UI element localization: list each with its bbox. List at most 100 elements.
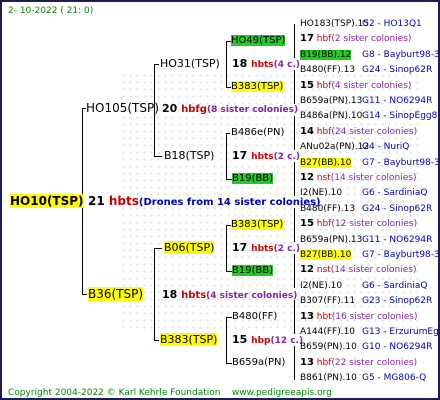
ancestor-name: HO183(TSP).15 <box>300 19 370 29</box>
row-count: (4 sister colonies) <box>331 80 412 91</box>
sister-colonies-row: 15 hbf(4 sister colonies) <box>300 79 411 93</box>
connector <box>294 254 295 288</box>
queen-g3-5: B383(TSP) <box>231 219 284 230</box>
ancestor-row: B19(BB).12 G8 - Bayburt98-3 <box>300 48 438 62</box>
queen-g3-8: B659a(PN) <box>232 357 286 368</box>
ancestor-row: I2(NE).10 G6 - SardiniaQ <box>300 186 427 200</box>
ancestor-group: G4 - NuriQ <box>362 142 410 153</box>
copyright-footer: Copyright 2004-2022 © Karl Kehrle Founda… <box>8 388 332 398</box>
ancestor-row: B659a(PN).13 G11 - NO6294R <box>300 233 432 247</box>
ancestor-name: B659a(PN).13 <box>300 234 363 245</box>
connector <box>294 162 295 196</box>
row-code: nst <box>316 265 331 276</box>
queen-g2-4: B383(TSP) <box>160 333 218 346</box>
ancestor-group: G7 - Bayburt98-3 <box>362 157 440 168</box>
queen-g2-1: HO31(TSP) <box>160 57 220 70</box>
queen-g1-2: B36(TSP) <box>88 287 144 301</box>
ancestor-name: B861(PN).10 <box>300 373 357 384</box>
ancestor-row: B659a(PN).13 G11 - NO6294R <box>300 94 432 108</box>
ancestor-row: B861(PN).10 G5 - MG806-Q <box>300 371 426 385</box>
row-count: (2 sister colonies) <box>331 34 412 45</box>
ancestor-row: I2(NE).10 G6 - SardiniaQ <box>300 279 427 293</box>
row-count: (14 sister colonies) <box>330 265 417 276</box>
ancestor-name: B480(FF).13 <box>300 65 356 76</box>
row-code: hbf <box>316 80 332 91</box>
pedigree-frame: 2- 10-2022 ( 21: 0) HO10(TSP) 21 hbts(Dr… <box>0 0 440 400</box>
ancestor-name: B659(PN).10 <box>300 342 357 353</box>
date-stamp: 2- 10-2022 ( 21: 0) <box>8 6 94 16</box>
connector <box>226 317 227 363</box>
row-code: hbf <box>316 219 332 230</box>
ancestor-group: G7 - Bayburt98-3 <box>362 250 440 260</box>
connector <box>294 24 295 58</box>
queen-g1-1: HO105(TSP) <box>86 101 159 115</box>
row-code: hbf <box>316 357 332 368</box>
ancestor-row: ANu02a(PN).12 G4 - NuriQ <box>300 140 409 154</box>
ancestor-name: B659a(PN).13 <box>300 96 363 106</box>
sister-colonies-row: 12 nst(14 sister colonies) <box>300 171 416 185</box>
queen-g3-7: B480(FF) <box>232 311 278 322</box>
connector <box>154 156 162 157</box>
queen-g3-3: B486e(PN) <box>231 127 285 138</box>
connector <box>294 70 295 104</box>
queen-g2-3: B06(TSP) <box>164 241 215 254</box>
ancestor-row: B27(BB).10 G7 - Bayburt98-3 <box>300 156 438 170</box>
queen-g2-1-info: 18 hbts(4 c.) <box>232 57 301 70</box>
row-number: 15 <box>300 218 314 230</box>
queen-g2-2: B18(TSP) <box>164 149 215 162</box>
root-queen: HO10(TSP) <box>10 194 84 208</box>
ancestor-group: G23 - Sinop62R <box>362 296 433 307</box>
row-number: 12 <box>300 172 314 183</box>
sister-colonies-row: 17 hbf(2 sister colonies) <box>300 32 411 46</box>
ancestor-row: B480(FF).13 G24 - Sinop62R <box>300 63 432 77</box>
ancestor-row: B659(PN).10 G10 - NO6294R <box>300 340 432 354</box>
connector <box>154 248 162 249</box>
row-code: hbt <box>316 311 332 322</box>
ancestor-group: G14 - SinopEgg86R <box>362 111 438 122</box>
row-count: (24 sister colonies) <box>331 126 418 137</box>
ancestor-name: B480(FF).13 <box>300 203 356 214</box>
ancestor-row: B480(FF).13 G24 - Sinop62R <box>300 202 432 216</box>
queen-g3-2: B383(TSP) <box>231 81 284 92</box>
row-code: hbf <box>316 126 332 137</box>
queen-g3-4: B19(BB) <box>232 173 274 184</box>
ancestor-name: I2(NE).10 <box>300 188 343 199</box>
ancestor-row: B307(FF).11 G23 - Sinop62R <box>300 294 432 308</box>
row-number: 12 <box>300 264 314 276</box>
ancestor-name: B307(FF).11 <box>300 296 356 307</box>
connector <box>226 133 230 134</box>
row-number: 13 <box>300 310 314 322</box>
ancestor-name: B27(BB).10 <box>300 157 352 168</box>
ancestor-group: G24 - Sinop62R <box>362 65 433 76</box>
row-count: (16 sister colonies) <box>331 311 418 322</box>
root-info: 21 hbts(Drones from 14 sister colonies) <box>88 194 321 208</box>
queen-g3-6: B19(BB) <box>232 265 274 276</box>
ancestor-name: I2(NE).10 <box>300 280 343 291</box>
ancestor-row: A144(FF).10 G13 - ErzurumEgg8 <box>300 325 438 339</box>
sister-colonies-row: 13 hbt(16 sister colonies) <box>300 310 417 324</box>
ancestor-group: G6 - SardiniaQ <box>362 188 428 199</box>
queen-g1-2-info: 18 hbts(4 sister colonies) <box>162 288 298 301</box>
ancestor-name: B19(BB).12 <box>300 49 352 60</box>
sister-colonies-row: 15 hbf(12 sister colonies) <box>300 217 417 231</box>
connector <box>294 300 295 334</box>
row-count: (14 sister colonies) <box>330 173 417 183</box>
queen-g2-3-info: 17 hbts(2 c.) <box>232 241 301 254</box>
ancestor-name: B27(BB).10 <box>300 250 352 260</box>
connector <box>226 41 227 87</box>
connector <box>294 208 295 242</box>
ancestor-name: ANu02a(PN).12 <box>300 142 370 153</box>
row-number: 14 <box>300 125 314 137</box>
row-number: 13 <box>300 356 314 368</box>
connector <box>226 133 227 179</box>
ancestor-group: G10 - NO6294R <box>362 342 433 353</box>
queen-g2-2-info: 17 hbts(2 c.) <box>232 149 301 162</box>
queen-g3-1: HO49(TSP) <box>231 35 286 46</box>
ancestor-group: G8 - Bayburt98-3 <box>362 49 440 60</box>
connector <box>154 340 159 341</box>
ancestor-row: HO183(TSP).15 G2 - HO13Q1 <box>300 17 422 31</box>
row-count: (12 sister colonies) <box>331 219 418 230</box>
ancestor-row: B486a(PN).10G14 - SinopEgg86R <box>300 109 438 123</box>
queen-g1-1-info: 20 hbfg(8 sister colonies) <box>162 102 299 115</box>
ancestor-row: B27(BB).10 G7 - Bayburt98-3 <box>300 248 438 262</box>
